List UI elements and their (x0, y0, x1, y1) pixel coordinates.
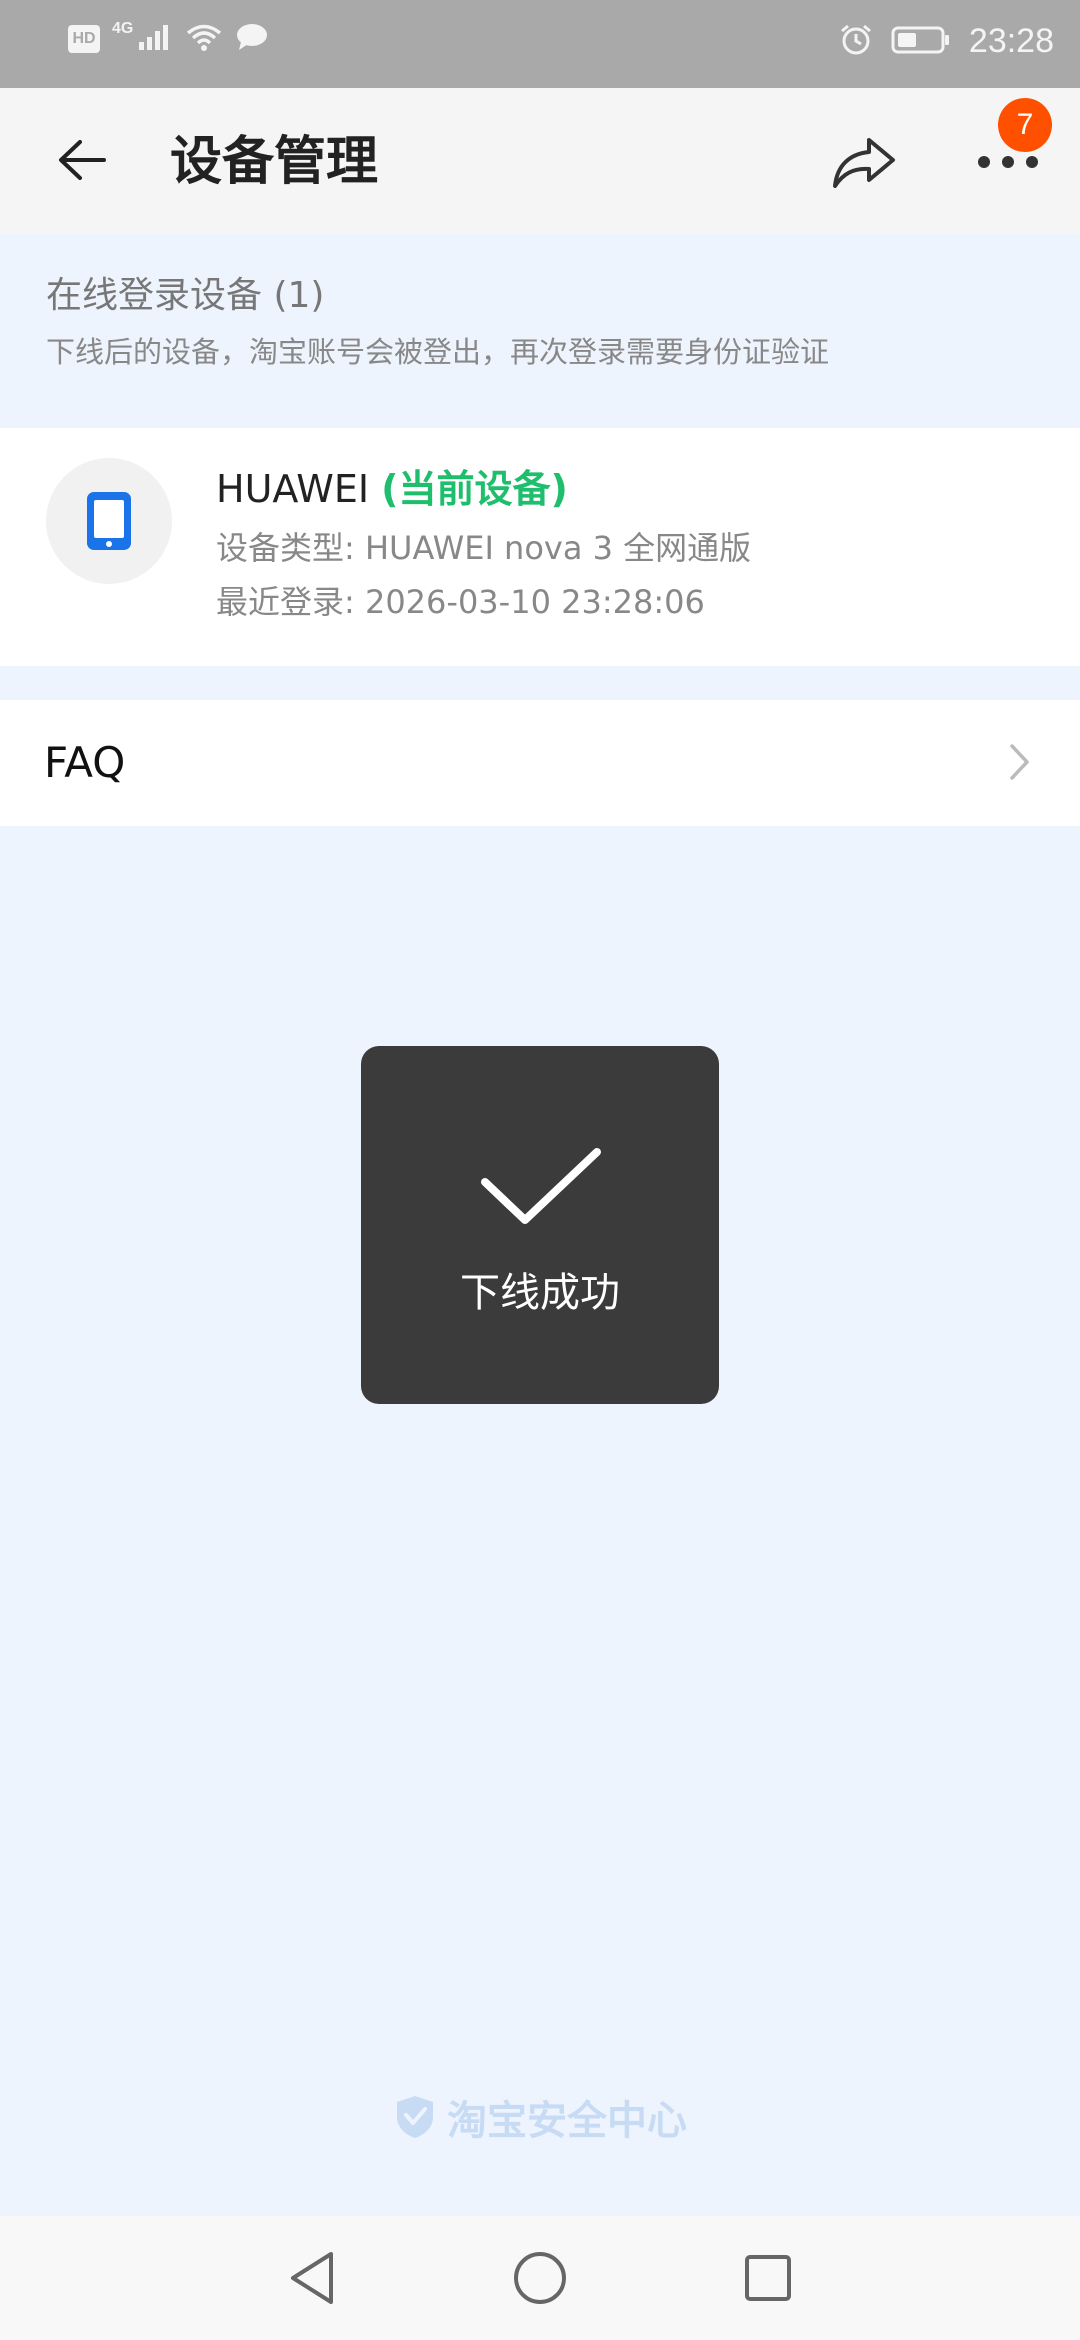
section-title: 在线登录设备 (1) (46, 275, 325, 316)
back-button[interactable] (50, 128, 114, 192)
status-left-icons: HD 4G (68, 20, 269, 56)
system-recents-button[interactable] (736, 2246, 800, 2310)
system-navigation-bar (0, 2216, 1080, 2340)
arrow-left-icon (59, 140, 106, 180)
signal-icon (137, 22, 173, 56)
status-time: 23:28 (968, 22, 1054, 60)
success-toast: 下线成功 (361, 1046, 719, 1404)
device-card[interactable]: HUAWEI (当前设备) 设备类型: HUAWEI nova 3 全网通版 最近… (0, 428, 1080, 666)
toast-message: 下线成功 (460, 1270, 620, 1316)
footer-brand-label: 淘宝安全中心 (447, 2098, 687, 2144)
device-last-login: 最近登录: 2026-03-10 23:28:06 (216, 583, 705, 621)
page-title: 设备管理 (170, 132, 379, 192)
circle-home-icon (514, 2252, 566, 2304)
section-description: 下线后的设备，淘宝账号会被登出，再次登录需要身份证验证 (46, 335, 830, 369)
smartphone-icon (87, 492, 131, 550)
device-name-row: HUAWEI (当前设备) (216, 464, 568, 514)
current-device-label: (当前设备) (381, 467, 568, 511)
share-icon (833, 138, 895, 188)
square-recents-icon (745, 2255, 791, 2301)
navigation-bar: 设备管理 (0, 88, 1080, 234)
section-header: 在线登录设备 (1) 下线后的设备，淘宝账号会被登出，再次登录需要身份证验证 (46, 272, 829, 372)
status-right-icons: 23:28 (839, 22, 1054, 61)
share-button[interactable] (826, 124, 902, 200)
faq-row[interactable]: FAQ (0, 700, 1080, 826)
alarm-icon (839, 23, 873, 61)
shield-icon (397, 2096, 433, 2138)
checkmark-icon (481, 1148, 601, 1224)
notification-badge: 7 (998, 98, 1052, 152)
device-name: HUAWEI (216, 467, 370, 511)
system-back-button[interactable] (280, 2246, 344, 2310)
network-type-label: 4G (112, 20, 134, 37)
wifi-icon (185, 22, 223, 56)
more-dots-icon (978, 156, 1038, 168)
status-bar: HD 4G 23:28 (0, 0, 1080, 88)
faq-label: FAQ (44, 738, 126, 787)
battery-icon (891, 25, 951, 59)
message-icon (235, 22, 269, 56)
system-home-button[interactable] (508, 2246, 572, 2310)
device-type: 设备类型: HUAWEI nova 3 全网通版 (216, 529, 752, 567)
triangle-back-icon (291, 2252, 333, 2304)
footer-brand: 淘宝安全中心 (0, 2088, 1080, 2146)
hd-badge: HD (68, 25, 100, 53)
device-avatar (46, 458, 172, 584)
chevron-right-icon (1000, 742, 1040, 782)
